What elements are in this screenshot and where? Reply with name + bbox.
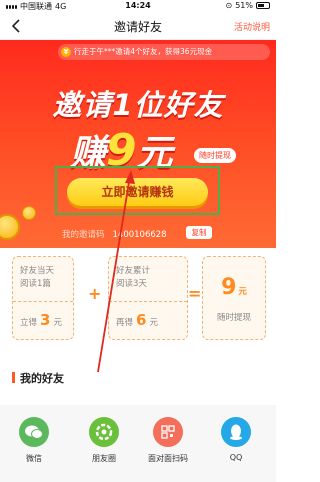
invite-code-value: 1400106628 <box>112 230 167 240</box>
coin-small-icon <box>22 206 36 220</box>
copy-button[interactable]: 复制 <box>186 226 212 239</box>
invite-code-label: 我的邀请码 <box>62 230 105 240</box>
qq-icon <box>221 417 251 447</box>
alarm-icon: ⊙ <box>225 1 233 10</box>
step1-text: 好友当天 阅读1篇 <box>20 265 54 291</box>
share-label-wechat: 微信 <box>26 454 42 463</box>
equals-sign: = <box>188 284 202 303</box>
step-card-total: 9元 随时提现 <box>202 256 266 340</box>
plus-sign: + <box>88 284 102 303</box>
total-desc: 随时提现 <box>216 313 251 323</box>
step1-divider <box>13 301 73 302</box>
headline: 邀请1位好友 <box>52 88 224 122</box>
step2-reward: 再得 6 元 <box>116 311 158 329</box>
notice-text: 行走于午***邀请4个好友，获得36元现金 <box>74 47 213 56</box>
reward-steps: 好友当天 阅读1篇 立得 3 元 + 好友累计 阅读3天 再得 6 元 = 9元 随时提… <box>0 248 276 358</box>
share-qrcode[interactable]: 面对面扫码 <box>144 417 192 464</box>
total-reward: 9元 <box>203 275 265 300</box>
step1-reward: 立得 3 元 <box>20 311 62 329</box>
step2-divider <box>109 301 187 302</box>
step2-line2: 阅读3天 <box>116 279 147 289</box>
notice-icon: ¥ <box>61 47 71 57</box>
notice-ticker: ¥ 行走于午***邀请4个好友，获得36元现金 <box>58 44 270 60</box>
step-card-2: 好友累计 阅读3天 再得 6 元 <box>108 256 188 340</box>
rules-link[interactable]: 活动说明 <box>234 20 270 33</box>
share-wechat[interactable]: 微信 <box>10 417 58 464</box>
moments-icon <box>89 417 119 447</box>
qrcode-icon <box>153 417 183 447</box>
invite-button[interactable]: 立即邀请赚钱 <box>67 178 208 206</box>
status-bar: 中国联通 4G 14:24 ⊙ 51% <box>0 0 276 12</box>
share-label-qq: QQ <box>229 453 243 462</box>
step2-line1: 好友累计 <box>116 266 151 276</box>
share-moments[interactable]: 朋友圈 <box>80 417 128 464</box>
step1-line2: 阅读1篇 <box>20 279 51 289</box>
hero-banner: ¥ 行走于午***邀请4个好友，获得36元现金 邀请1位好友 赚9元 随时提现 … <box>0 40 276 248</box>
share-label-qrcode: 面对面扫码 <box>148 454 188 463</box>
step2-unit: 元 <box>149 318 158 328</box>
share-bar: 微信 朋友圈 面对面扫码 QQ <box>0 405 276 482</box>
share-qq[interactable]: QQ <box>212 417 260 462</box>
step2-prefix: 再得 <box>116 318 134 328</box>
step1-unit: 元 <box>53 318 62 328</box>
coin-icon <box>0 214 20 240</box>
step1-line1: 好友当天 <box>20 266 55 276</box>
friends-title: 我的好友 <box>20 372 64 385</box>
share-label-moments: 朋友圈 <box>92 454 116 463</box>
step-card-1: 好友当天 阅读1篇 立得 3 元 <box>12 256 74 340</box>
invite-code-row: 我的邀请码 1400106628 <box>62 228 167 240</box>
step1-amount: 3 <box>40 311 51 329</box>
total-unit: 元 <box>238 287 247 297</box>
step1-prefix: 立得 <box>20 318 38 328</box>
battery-icon <box>256 2 270 9</box>
battery-percent: 51% <box>235 1 253 10</box>
total-amount: 9 <box>221 275 237 300</box>
friends-section: 我的好友 <box>0 358 276 396</box>
battery-info: ⊙ 51% <box>226 1 270 10</box>
step2-text: 好友累计 阅读3天 <box>116 265 150 291</box>
nav-bar: 邀请好友 活动说明 <box>0 12 276 40</box>
section-marker <box>12 372 15 383</box>
wechat-icon <box>19 417 49 447</box>
step2-amount: 6 <box>136 311 147 329</box>
instant-withdraw-tag: 随时提现 <box>194 148 236 163</box>
